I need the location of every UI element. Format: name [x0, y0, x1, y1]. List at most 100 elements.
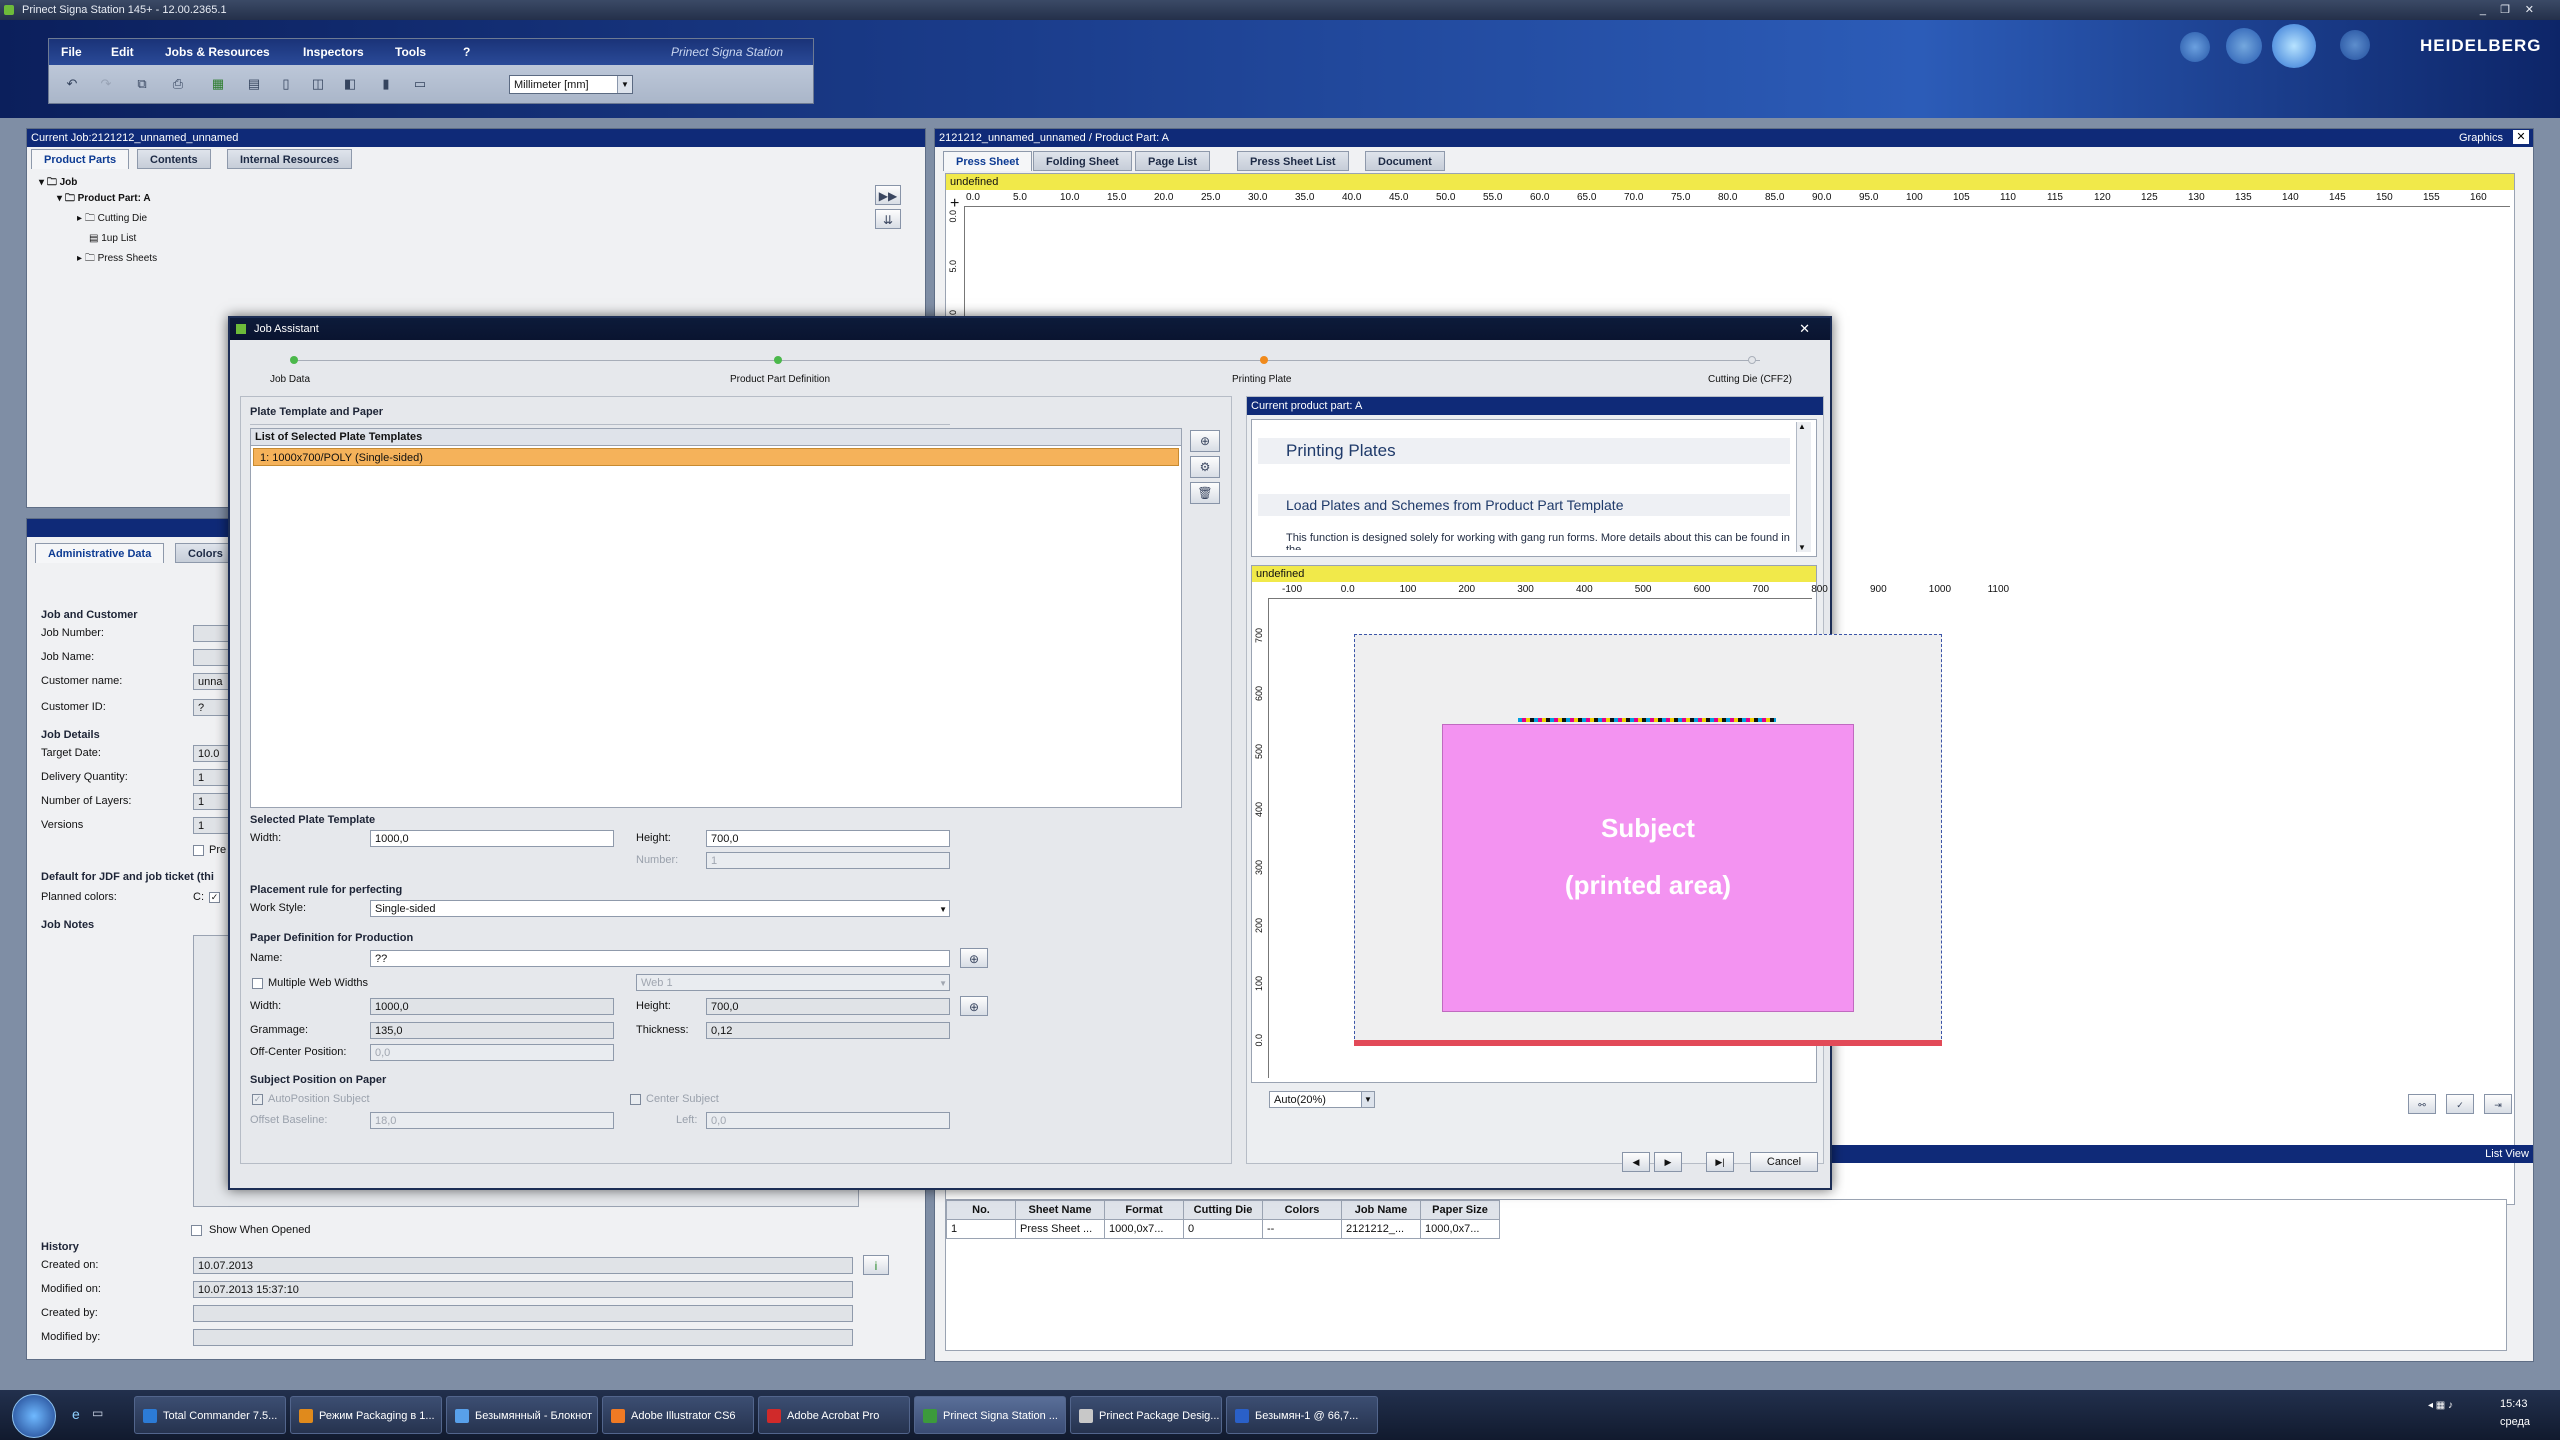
taskbar-item[interactable]: Безымян-1 @ 66,7... [1226, 1396, 1378, 1434]
table-header-cell[interactable]: Format [1104, 1200, 1184, 1220]
edit-template-icon[interactable]: ⚙ [1190, 456, 1220, 478]
start-button[interactable] [12, 1394, 56, 1438]
taskbar-item[interactable]: Adobe Acrobat Pro [758, 1396, 910, 1434]
menu-inspectors[interactable]: Inspectors [303, 39, 364, 65]
print-icon[interactable]: ⎙ [167, 73, 189, 95]
menu-edit[interactable]: Edit [111, 39, 134, 65]
undo-icon[interactable]: ↶ [61, 73, 83, 95]
help-scrollbar[interactable]: ▲ ▼ [1796, 422, 1811, 552]
tree-node-1up-list[interactable]: ▤ 1up List [89, 231, 136, 247]
units-select[interactable]: Millimeter [mm] ▼ [509, 75, 633, 94]
show-when-opened-checkbox[interactable] [191, 1225, 202, 1236]
mark-icon[interactable]: ◧ [339, 73, 361, 95]
step-dot-cutting-die[interactable] [1748, 356, 1756, 364]
tab-internal-resources[interactable]: Internal Resources [227, 149, 353, 169]
tab-document[interactable]: Document [1365, 151, 1445, 171]
paper-size-icon[interactable]: ⊕ [960, 996, 988, 1016]
step-dot-product-part[interactable] [774, 356, 782, 364]
table-header-cell[interactable]: Sheet Name [1015, 1200, 1105, 1220]
menu-tools[interactable]: Tools [395, 39, 426, 65]
clock[interactable]: 15:43 [2500, 1398, 2528, 1410]
multiple-web-checkbox[interactable] [252, 978, 263, 989]
taskbar-item[interactable]: Prinect Signa Station ... [914, 1396, 1066, 1434]
taskbar-item[interactable]: Безымянный - Блокнот [446, 1396, 598, 1434]
tab-press-sheet-list[interactable]: Press Sheet List [1237, 151, 1349, 171]
chevron-down-icon[interactable]: ▼ [939, 901, 947, 918]
work-style-select[interactable]: Single-sided ▼ [370, 900, 950, 917]
step-dot-job-data[interactable] [290, 356, 298, 364]
delete-icon[interactable]: 🗑 [1190, 482, 1220, 504]
finish-button[interactable]: ▶| [1706, 1152, 1734, 1172]
fold-icon[interactable]: ◫ [307, 73, 329, 95]
link-icon[interactable]: ⚯ [2408, 1094, 2436, 1114]
taskbar-item[interactable]: Total Commander 7.5... [134, 1396, 286, 1434]
forward-icon[interactable]: ▶▶ [875, 185, 901, 205]
table-header-cell[interactable]: Colors [1262, 1200, 1342, 1220]
layout-icon[interactable]: ▤ [243, 73, 265, 95]
paper-lookup-icon[interactable]: ⊕ [960, 948, 988, 968]
collapse-icon[interactable]: ⇊ [875, 209, 901, 229]
tab-folding-sheet[interactable]: Folding Sheet [1033, 151, 1132, 171]
tree-node-job[interactable]: ▾ 🗀 Job [39, 175, 77, 191]
tray-icons[interactable]: ◂ ▦ ♪ [2428, 1400, 2453, 1411]
doc-icon[interactable]: ▭ [409, 73, 431, 95]
crosshair-icon[interactable]: + [950, 196, 959, 212]
step-label-job-data[interactable]: Job Data [270, 374, 310, 385]
step-label-printing-plate[interactable]: Printing Plate [1232, 374, 1291, 385]
panel-toggle-icon[interactable]: ⇥ [2484, 1094, 2512, 1114]
modified-by-field[interactable] [193, 1329, 853, 1346]
thickness-field[interactable]: 0,12 [706, 1022, 950, 1039]
table-header-cell[interactable]: Cutting Die [1183, 1200, 1263, 1220]
tab-colors[interactable]: Colors [175, 543, 236, 563]
planned-colors-checkbox[interactable]: ✓ [209, 892, 220, 903]
plate-icon[interactable]: ▮ [375, 73, 397, 95]
expand-icon[interactable]: ▸ [77, 253, 85, 264]
desktop-icon[interactable]: ▭ [92, 1406, 103, 1420]
zoom-select[interactable]: Auto(20%) ▼ [1269, 1091, 1375, 1108]
chevron-up-icon[interactable]: ▲ [1798, 422, 1806, 431]
expand-icon[interactable]: ▾ [57, 193, 65, 204]
grammage-field[interactable]: 135,0 [370, 1022, 614, 1039]
check-icon[interactable]: ✓ [2446, 1094, 2474, 1114]
tab-contents[interactable]: Contents [137, 149, 211, 169]
table-header-cell[interactable]: No. [946, 1200, 1016, 1220]
tab-product-parts[interactable]: Product Parts [31, 149, 130, 169]
redo-icon[interactable]: ↷ [95, 73, 117, 95]
taskbar-item[interactable]: Режим Packaging в 1... [290, 1396, 442, 1434]
step-label-cutting-die[interactable]: Cutting Die (CFF2) [1708, 374, 1792, 385]
plate-height-field[interactable]: 700,0 [706, 830, 950, 847]
pre-checkbox[interactable] [193, 845, 204, 856]
menu-help[interactable]: ? [463, 39, 470, 65]
paper-width-field[interactable]: 1000,0 [370, 998, 614, 1015]
table-header-cell[interactable]: Paper Size [1420, 1200, 1500, 1220]
minimize-button[interactable]: _ [2480, 0, 2486, 20]
preview-canvas[interactable]: undefined -100 0.0 100 200 300 400 500 600 700 80… [1251, 565, 2009, 1083]
created-by-field[interactable] [193, 1305, 853, 1322]
table-header-cell[interactable]: Job Name [1341, 1200, 1421, 1220]
back-button[interactable]: ◀ [1622, 1152, 1650, 1172]
menu-file[interactable]: File [61, 39, 82, 65]
close-button[interactable]: ✕ [2525, 0, 2534, 20]
ie-icon[interactable]: e [72, 1406, 80, 1422]
table-row[interactable]: 1 Press Sheet ... 1000,0x7... 0 -- 2121212_..… [946, 1219, 1500, 1239]
paper-name-field[interactable]: ?? [370, 950, 950, 967]
cancel-button[interactable]: Cancel [1750, 1152, 1818, 1172]
page-icon[interactable]: ▯ [275, 73, 297, 95]
chevron-down-icon[interactable]: ▼ [1361, 1092, 1374, 1107]
chevron-down-icon[interactable]: ▼ [617, 76, 632, 93]
plate-template-list[interactable]: List of Selected Plate Templates 1: 1000… [250, 428, 1182, 808]
expand-icon[interactable]: ▸ [77, 213, 85, 224]
step-label-product-part[interactable]: Product Part Definition [730, 374, 830, 385]
tree-node-press-sheets[interactable]: ▸ 🗀 Press Sheets [77, 251, 157, 267]
expand-icon[interactable]: ▾ [39, 177, 47, 188]
tab-press-sheet[interactable]: Press Sheet [943, 151, 1032, 171]
plate-list-item-selected[interactable]: 1: 1000x700/POLY (Single-sided) [253, 448, 1179, 466]
tab-page-list[interactable]: Page List [1135, 151, 1210, 171]
close-icon[interactable]: ✕ [1799, 318, 1810, 340]
paper-height-field[interactable]: 700,0 [706, 998, 950, 1015]
add-template-icon[interactable]: ⊕ [1190, 430, 1220, 452]
tree-node-product-part[interactable]: ▾ 🗀 Product Part: A [57, 191, 151, 207]
subject-area[interactable]: Subject (printed area) [1442, 724, 1854, 1012]
plate-width-field[interactable]: 1000,0 [370, 830, 614, 847]
created-on-field[interactable]: 10.07.2013 [193, 1257, 853, 1274]
